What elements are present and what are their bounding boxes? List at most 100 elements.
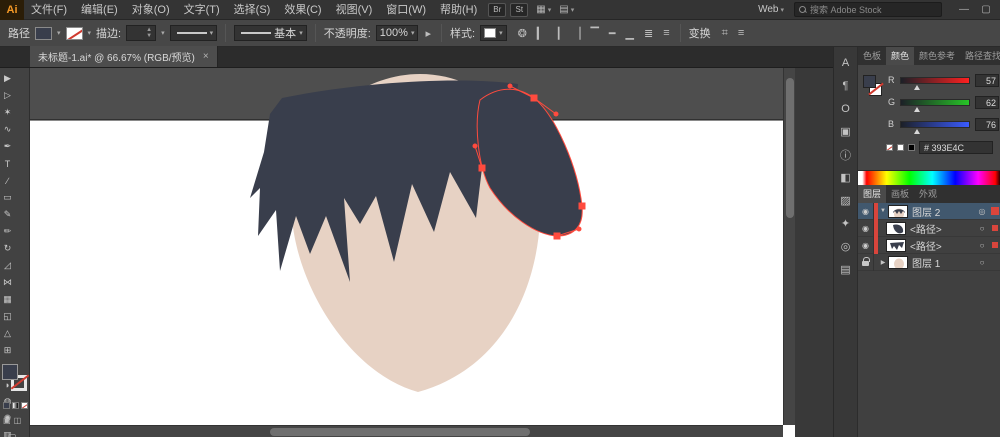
screen-mode-icon[interactable]: ▢ (8, 432, 17, 437)
selection-indicator[interactable] (989, 242, 1000, 248)
layer-row[interactable]: ◉ <路径> ○ (858, 236, 1000, 254)
disclosure-triangle-icon[interactable]: ▼ (878, 208, 888, 214)
anchor-point[interactable] (553, 232, 561, 240)
selection-indicator[interactable] (989, 225, 1000, 231)
panel-tab[interactable]: 图层 (858, 185, 887, 203)
selection-indicator[interactable] (989, 207, 1000, 215)
target-circle-icon[interactable]: ○ (975, 258, 989, 267)
transform-label[interactable]: 变换 (689, 25, 711, 41)
visibility-eye-icon[interactable]: ◉ (858, 219, 874, 237)
free-transform-tool[interactable]: ▦ (0, 291, 15, 308)
close-icon[interactable]: × (203, 51, 209, 62)
perspective-grid-tool[interactable]: △ (0, 325, 15, 342)
opacity-flyout-icon[interactable]: ▸ (423, 27, 433, 40)
line-segment-tool[interactable]: ∕ (0, 172, 15, 189)
green-value-field[interactable]: 62 (975, 95, 999, 109)
visibility-eye-icon[interactable]: ◉ (858, 202, 874, 220)
red-value-field[interactable]: 57 (975, 73, 999, 87)
blue-value-field[interactable]: 76 (975, 117, 999, 131)
menu-item[interactable]: 效果(C) (277, 0, 328, 20)
document-layout-icon[interactable]: ▤ ▾ (559, 4, 574, 15)
layer-name[interactable]: 图层 2 (912, 204, 975, 219)
layer-name[interactable]: 图层 1 (912, 255, 975, 270)
slider-thumb[interactable] (914, 128, 920, 134)
canvas[interactable] (30, 68, 795, 437)
opentype-panel-icon[interactable]: O (836, 97, 856, 120)
visibility-eye-icon[interactable]: ◉ (858, 236, 874, 254)
target-circle-icon[interactable]: ○ (975, 241, 989, 250)
slider-thumb[interactable] (914, 84, 920, 90)
path-name[interactable]: <路径> (910, 238, 975, 253)
layer-row[interactable]: ◉ <路径> ○ (858, 219, 1000, 237)
brush-definition-dropdown[interactable]: 基本 ▾ (234, 25, 307, 41)
appearance-panel-icon[interactable]: ◎ (836, 235, 856, 258)
lasso-tool[interactable]: ∿ (0, 121, 15, 138)
bridge-button[interactable]: Br (488, 2, 507, 17)
layer-row[interactable]: ▶ 图层 1 ○ (858, 253, 1000, 271)
red-slider[interactable] (900, 76, 970, 90)
direct-selection-tool[interactable]: ▷ (0, 87, 15, 104)
character-panel-icon[interactable]: A (836, 51, 856, 74)
minimize-icon[interactable]: — (956, 4, 972, 15)
none-button[interactable] (21, 402, 28, 409)
document-tab[interactable]: 未标题-1.ai* @ 66.67% (RGB/预览) × (30, 46, 218, 67)
lock-icon[interactable] (858, 253, 874, 271)
selection-tool[interactable]: ▶ (0, 70, 15, 87)
mesh-tool[interactable]: ⊞ (0, 342, 15, 359)
green-slider[interactable] (900, 98, 970, 112)
arrange-documents-icon[interactable]: ▦ ▾ (536, 4, 551, 15)
distribute-horizontal-icon[interactable]: ≣ (642, 27, 655, 40)
black-swatch[interactable] (908, 144, 915, 151)
stroke-weight-stepper[interactable]: ▲ ▼ (126, 25, 157, 41)
shear-icon[interactable]: ⌗ (720, 27, 730, 40)
anchor-point[interactable] (530, 94, 538, 102)
info-panel-icon[interactable]: ⓘ (836, 143, 856, 166)
search-input[interactable] (810, 4, 941, 15)
menu-item[interactable]: 视图(V) (329, 0, 380, 20)
type-tool[interactable]: T (0, 155, 15, 172)
shape-builder-tool[interactable]: ◱ (0, 308, 15, 325)
artboards-panel-icon[interactable]: ▣ (836, 120, 856, 143)
panel-tab[interactable]: 颜色参考 (914, 47, 960, 65)
menu-item[interactable]: 文字(T) (177, 0, 227, 20)
panel-tab[interactable]: 外观 (914, 185, 942, 203)
panel-tab[interactable]: 颜色 (886, 47, 915, 65)
panel-tab[interactable]: 色板 (858, 47, 886, 65)
fill-swatch[interactable] (2, 364, 18, 380)
scrollbar-thumb[interactable] (270, 428, 530, 436)
path-name[interactable]: <路径> (910, 221, 975, 236)
align-right-icon[interactable]: ▕ (570, 27, 582, 40)
width-profile-dropdown[interactable]: ▾ (169, 25, 218, 41)
color-button[interactable] (3, 402, 10, 409)
align-left-icon[interactable]: ▎ (535, 27, 547, 40)
menu-item[interactable]: 窗口(W) (379, 0, 433, 20)
restore-icon[interactable]: ▢ (978, 4, 994, 15)
magic-wand-tool[interactable]: ✶ (0, 104, 15, 121)
disclosure-triangle-icon[interactable]: ▶ (878, 259, 888, 266)
none-swatch[interactable] (886, 144, 893, 151)
anchor-point[interactable] (478, 164, 486, 172)
paragraph-panel-icon[interactable]: ¶ (836, 74, 856, 97)
workspace-switcher[interactable]: Web ▾ (758, 4, 784, 15)
layer-row[interactable]: ◉ ▼ 图层 2 ◎ (858, 202, 1000, 220)
opacity-value-dropdown[interactable]: 100% ▾ (375, 25, 419, 41)
width-tool[interactable]: ⋈ (0, 274, 15, 291)
scale-tool[interactable]: ◿ (0, 257, 15, 274)
blue-slider[interactable] (900, 120, 970, 134)
align-center-icon[interactable]: ┃ (553, 27, 564, 40)
stroke-color-swatch[interactable] (65, 26, 83, 40)
menu-item[interactable]: 编辑(E) (74, 0, 125, 20)
horizontal-scrollbar[interactable] (30, 425, 783, 437)
anchor-point[interactable] (578, 202, 586, 210)
menu-item[interactable]: 帮助(H) (433, 0, 484, 20)
hex-value-field[interactable]: # 393E4C (919, 141, 993, 154)
rectangle-tool[interactable]: ▭ (0, 189, 15, 206)
gradient-button[interactable] (12, 402, 19, 409)
align-middle-icon[interactable]: ━ (607, 27, 618, 40)
rotate-tool[interactable]: ↻ (0, 240, 15, 257)
recolor-artwork-icon[interactable]: ❂ (516, 27, 529, 40)
links-panel-icon[interactable]: ▤ (836, 258, 856, 281)
panel-menu-icon[interactable]: ≡ (736, 27, 746, 39)
draw-behind-icon[interactable]: ◫ (14, 416, 22, 425)
menu-item[interactable]: 选择(S) (227, 0, 278, 20)
